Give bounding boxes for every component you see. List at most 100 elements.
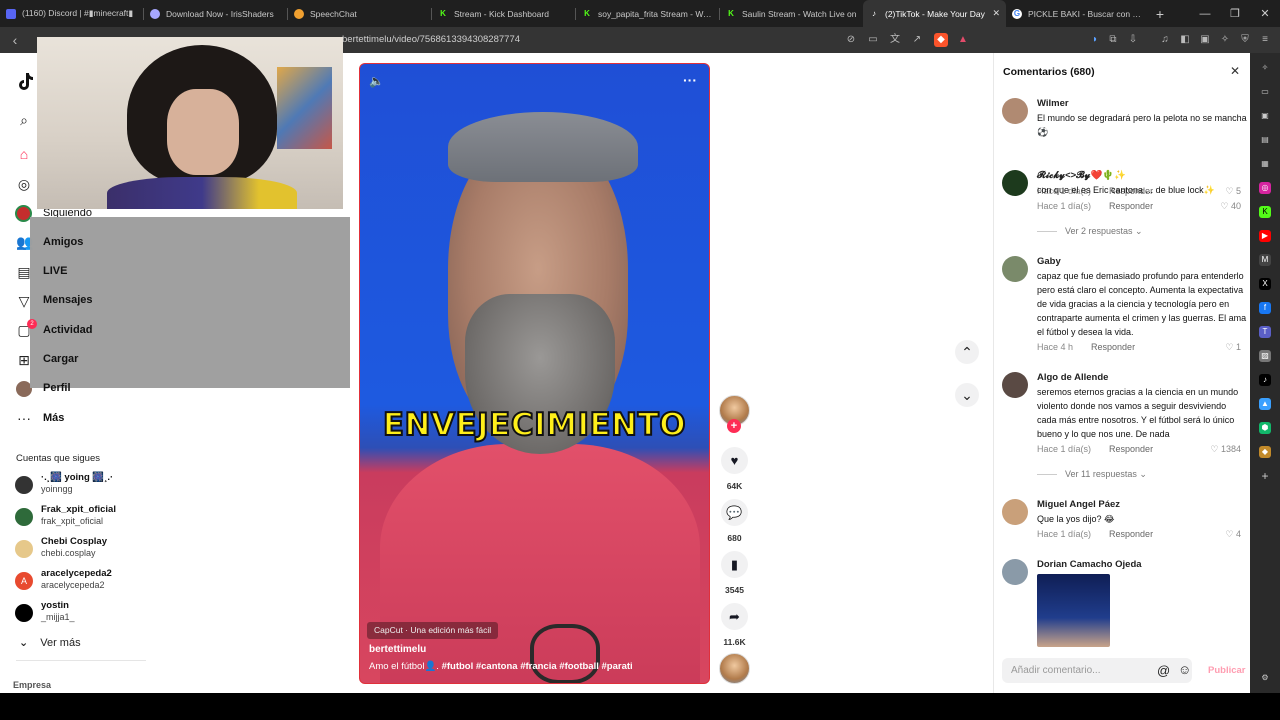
followed-account[interactable]: Frak_xpit_oficial frak_xpit_oficial [15, 504, 175, 532]
nav-upload[interactable]: Cargar [43, 353, 78, 365]
extensions-icon[interactable]: ⧉ [1106, 33, 1120, 47]
tab-discord[interactable]: (1160) Discord | #▮minecraft▮ [0, 0, 143, 27]
vpn-icon[interactable]: ⛨ [1238, 33, 1252, 47]
video-author[interactable]: bertettimelu [369, 644, 426, 655]
music-disc-avatar[interactable] [719, 653, 750, 684]
downloads-icon[interactable]: ⇩ [1126, 33, 1140, 47]
post-button[interactable]: Publicar [1208, 665, 1246, 676]
youtube-icon[interactable]: ▶ [1259, 230, 1271, 242]
nav-friends[interactable]: Amigos [43, 236, 83, 248]
avatar[interactable] [1002, 559, 1028, 585]
comment-author[interactable]: Wilmer [1037, 98, 1069, 109]
tab-tiktok[interactable]: ♪ (2)TikTok - Make Your Day ✕ [863, 0, 1006, 27]
followed-account[interactable]: yostin _mijja1_ [15, 600, 175, 628]
ai-icon[interactable]: ✧ [1218, 33, 1232, 47]
nav-more[interactable]: Más [43, 412, 64, 424]
hashtags[interactable]: #futbol #cantona #francia #football #par… [442, 661, 633, 672]
company-link[interactable]: Empresa [13, 680, 51, 690]
home-icon[interactable]: ⌂ [16, 146, 32, 162]
tab-kick-saulin[interactable]: K Saulin Stream - Watch Live on [720, 0, 863, 27]
close-window-icon[interactable]: ✕ [1250, 0, 1280, 27]
m-app-icon[interactable]: M [1259, 254, 1271, 266]
leo-icon[interactable]: ✧ [1259, 62, 1271, 74]
emoji-icon[interactable]: ☺ [1178, 662, 1191, 677]
tiktok-sidebar-icon[interactable]: ♪ [1259, 374, 1271, 386]
menu-icon[interactable]: ≡ [1258, 33, 1272, 47]
close-comments-icon[interactable]: ✕ [1230, 64, 1240, 78]
reply-button[interactable]: Responder [1109, 529, 1153, 539]
volume-icon[interactable]: 🔈 [369, 74, 385, 88]
shield-app-icon[interactable]: ⬢ [1259, 422, 1271, 434]
tiktok-logo-icon[interactable] [15, 71, 35, 91]
arrow-app-icon[interactable]: ▲ [1259, 398, 1271, 410]
comment-author[interactable]: Miguel Angel Páez [1037, 499, 1120, 510]
view-replies-button[interactable]: Ver 2 respuestas ⌄ [1037, 226, 1143, 237]
kick-sidebar-icon[interactable]: K [1259, 206, 1271, 218]
amber-app-icon[interactable]: ◆ [1259, 446, 1271, 458]
minimize-icon[interactable]: — [1190, 0, 1220, 27]
explore-icon[interactable]: ◎ [16, 176, 32, 192]
reply-button[interactable]: Responder [1091, 342, 1135, 352]
avatar[interactable] [1002, 98, 1028, 124]
followed-account[interactable]: Chebi Cosplay chebi.cosplay [15, 536, 175, 564]
follow-plus-icon[interactable]: + [727, 419, 741, 433]
capcut-tag[interactable]: CapCut · Una edición más fácil [367, 622, 499, 639]
comment-author[interactable]: Dorian Camacho Ojeda [1037, 559, 1142, 570]
nav-profile[interactable]: Perfil [43, 382, 71, 394]
sidebar-toggle-icon[interactable]: ◧ [1178, 33, 1192, 47]
back-icon[interactable]: ‹ [6, 31, 24, 49]
close-tab-icon[interactable]: ✕ [992, 8, 1000, 19]
history-icon[interactable]: ▦ [1259, 158, 1271, 170]
instagram-icon[interactable]: ◎ [1259, 182, 1271, 194]
more-options-icon[interactable]: ··· [683, 72, 697, 88]
wallet-panel-icon[interactable]: ▣ [1198, 33, 1212, 47]
restore-icon[interactable]: ❐ [1220, 0, 1250, 27]
url-field[interactable]: bertettimelu/video/7568613394308287774 [342, 34, 520, 45]
comment-like[interactable]: ♡ 4 [1225, 529, 1241, 540]
see-more-button[interactable]: ⌄ Ver más [19, 636, 81, 649]
brave-shield-icon[interactable]: ◆ [934, 33, 948, 47]
comment-like[interactable]: ♡ 40 [1220, 201, 1241, 212]
avatar[interactable] [1002, 170, 1028, 196]
tab-google[interactable]: G PICKLE BAKI - Buscar con Goo [1006, 0, 1149, 27]
add-sidebar-icon[interactable]: + [1259, 470, 1271, 482]
avatar[interactable] [1002, 499, 1028, 525]
screen-icon[interactable]: ▭ [866, 33, 880, 47]
view-replies-button[interactable]: Ver 11 respuestas ⌄ [1037, 469, 1147, 480]
video-player[interactable]: ENVEJECIMIENTO 🔈 ··· CapCut · Una edició… [359, 63, 710, 684]
new-tab-button[interactable]: + [1149, 6, 1171, 22]
teams-icon[interactable]: T [1259, 326, 1271, 338]
translate-icon[interactable]: 文 [888, 33, 902, 47]
rewards-icon[interactable]: ▲ [956, 33, 970, 47]
nav-messages[interactable]: Mensajes [43, 294, 93, 306]
avatar[interactable] [1002, 372, 1028, 398]
next-video-icon[interactable]: ⌄ [955, 383, 979, 407]
share-arrow-icon[interactable]: ➦ [721, 603, 748, 630]
tab-kick-papita[interactable]: K soy_papita_frita Stream - Watch [576, 0, 719, 27]
reading-list-icon[interactable]: ▭ [1259, 86, 1271, 98]
tracking-icon[interactable]: ⊘ [844, 33, 858, 47]
nav-activity[interactable]: Actividad [43, 324, 93, 336]
prev-video-icon[interactable]: ⌃ [955, 340, 979, 364]
comment-like[interactable]: ♡ 1 [1225, 342, 1241, 353]
search-icon[interactable]: ⌕ [16, 112, 32, 128]
comment-author[interactable]: Gaby [1037, 256, 1061, 267]
like-icon[interactable]: ♥ [721, 447, 748, 474]
bookmarks-icon[interactable]: ▤ [1259, 134, 1271, 146]
comment-author[interactable]: 𝓡𝓲𝓬𝓴𝔂<>𝓑𝔂❤️🌵✨ [1037, 170, 1126, 181]
more-icon[interactable]: ··· [16, 410, 32, 426]
share-icon[interactable]: ↗ [910, 33, 924, 47]
reply-button[interactable]: Responder [1109, 201, 1153, 211]
reply-button[interactable]: Responder [1109, 444, 1153, 454]
followed-account[interactable]: ·.¸🎆 yoing 🎆¸.· yoinngg [15, 472, 175, 500]
sidebar-settings-icon[interactable]: ⚙ [1259, 672, 1271, 684]
mention-icon[interactable]: @ [1157, 663, 1170, 678]
comment-icon[interactable]: 💬 [721, 499, 748, 526]
followed-account[interactable]: A aracelycepeda2 aracelycepeda2 [15, 568, 175, 596]
wallet-sidebar-icon[interactable]: ▣ [1259, 110, 1271, 122]
avatar[interactable] [1002, 256, 1028, 282]
tab-speechchat[interactable]: SpeechChat [288, 0, 431, 27]
nav-live[interactable]: LIVE [43, 265, 67, 277]
photo-app-icon[interactable]: ▨ [1259, 350, 1271, 362]
wallet-icon[interactable]: ◗ [1088, 33, 1102, 47]
